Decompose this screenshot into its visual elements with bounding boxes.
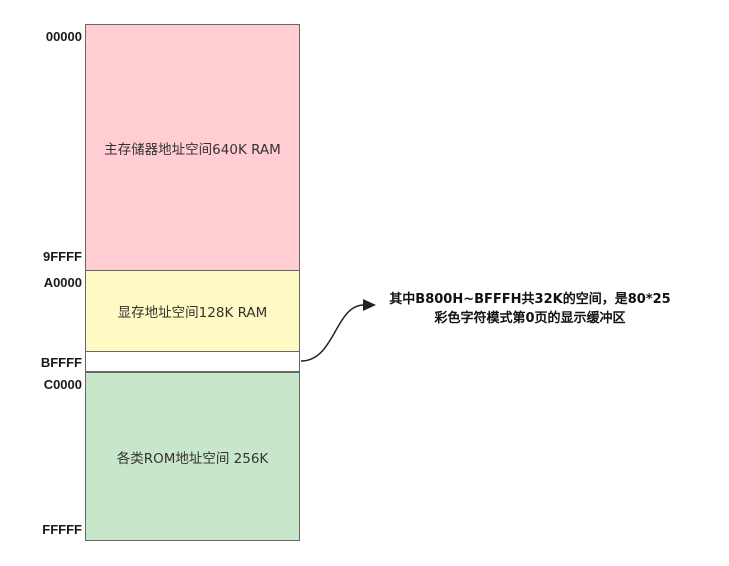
buffer-annotation: 其中B800H~BFFFH共32K的空间，是80*25 彩色字符模式第0页的显示… <box>370 290 690 328</box>
annotation-line-2: 彩色字符模式第0页的显示缓冲区 <box>434 311 626 326</box>
connector-curve <box>300 304 365 362</box>
annotation-connector-arrow <box>300 299 376 362</box>
annotation-line-1: 其中B800H~BFFFH共32K的空间，是80*25 <box>389 292 671 307</box>
